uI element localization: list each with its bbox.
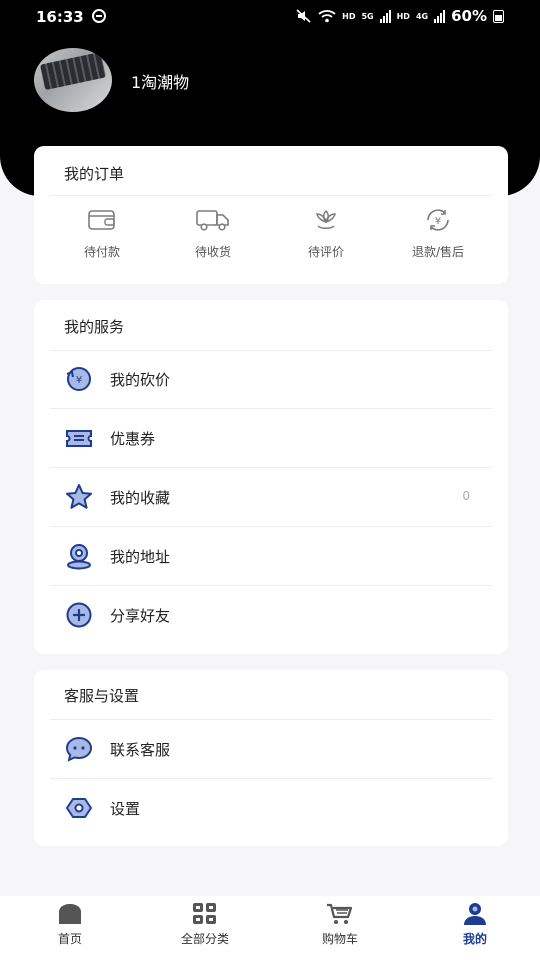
service-label: 优惠券 <box>110 430 156 448</box>
order-label: 待付款 <box>83 245 120 259</box>
service-label: 分享好友 <box>110 607 171 625</box>
service-row-bargain[interactable]: ¥ 我的砍价 <box>48 350 494 408</box>
network-hd2-label: HD <box>396 11 410 21</box>
user-icon <box>464 903 486 925</box>
coupon-icon <box>66 430 92 447</box>
tab-mine[interactable]: 我的 <box>430 902 520 952</box>
support-label: 联系客服 <box>110 741 171 759</box>
order-label: 待评价 <box>307 245 344 259</box>
grid-icon <box>193 903 216 924</box>
network-4g-label: 4G <box>415 11 429 21</box>
cart-icon <box>327 903 353 924</box>
bargain-icon: ¥ <box>66 367 91 391</box>
network-hd-label: HD <box>342 11 356 21</box>
tab-label: 首页 <box>57 932 82 946</box>
support-row-contact[interactable]: 联系客服 <box>48 720 494 778</box>
avatar[interactable] <box>34 48 112 112</box>
wallet-icon <box>88 210 115 230</box>
service-label: 我的收藏 <box>110 489 171 507</box>
service-row-favorites[interactable]: 我的收藏 0 <box>48 468 494 526</box>
services-title: 我的服务 <box>64 318 125 336</box>
battery-icon <box>493 9 504 23</box>
orders-card: 我的订单 待付款 待收货 待评价 ¥ 退款/售后 <box>34 146 508 284</box>
refund-icon: ¥ <box>427 209 449 231</box>
location-icon <box>67 544 91 570</box>
svg-text:¥: ¥ <box>435 216 441 227</box>
support-title: 客服与设置 <box>64 687 140 705</box>
chat-icon <box>65 736 93 762</box>
tab-label: 全部分类 <box>180 932 229 946</box>
status-right: HD 5G HD 4G 60% <box>296 7 504 25</box>
bottom-tab-bar: 首页 全部分类 购物车 我的 <box>0 896 540 960</box>
service-label: 我的砍价 <box>110 371 171 389</box>
svg-text:¥: ¥ <box>76 375 82 386</box>
service-row-address[interactable]: 我的地址 <box>48 527 494 585</box>
username: 1淘潮物 <box>131 73 190 92</box>
order-label: 退款/售后 <box>411 245 465 259</box>
dnd-icon <box>92 9 106 23</box>
status-bar: 16:33 HD 5G HD 4G 60% <box>0 0 540 34</box>
orders-title: 我的订单 <box>64 165 125 183</box>
order-refund[interactable]: ¥ 退款/售后 <box>388 208 488 268</box>
support-row-settings[interactable]: 设置 <box>48 779 494 837</box>
signal2-icon <box>434 9 446 23</box>
tab-label: 我的 <box>462 932 487 946</box>
support-label: 设置 <box>110 800 141 818</box>
share-plus-icon <box>66 602 92 628</box>
divider <box>50 195 492 196</box>
service-label: 我的地址 <box>110 548 171 566</box>
status-time: 16:33 <box>36 8 84 26</box>
battery-percent: 60% <box>451 7 487 25</box>
tab-cart[interactable]: 购物车 <box>295 902 385 952</box>
truck-icon <box>196 210 229 231</box>
home-icon <box>59 904 81 924</box>
star-icon <box>66 484 92 509</box>
order-label: 待收货 <box>194 245 231 259</box>
order-pending-receipt[interactable]: 待收货 <box>163 208 263 268</box>
service-row-coupon[interactable]: 优惠券 <box>48 409 494 467</box>
flower-icon <box>316 209 336 229</box>
network-5g-label: 5G <box>361 11 374 21</box>
tab-home[interactable]: 首页 <box>25 902 115 952</box>
mute-icon <box>296 9 311 23</box>
favorites-count: 0 <box>462 489 470 503</box>
settings-icon <box>66 798 92 818</box>
services-card: 我的服务 ¥ 我的砍价 优惠券 我的收藏 0 我的地址 分享好友 <box>34 300 508 654</box>
wifi-icon <box>318 10 336 23</box>
order-pending-review[interactable]: 待评价 <box>276 208 376 268</box>
service-row-share[interactable]: 分享好友 <box>48 586 494 644</box>
tab-categories[interactable]: 全部分类 <box>160 902 250 952</box>
order-pending-payment[interactable]: 待付款 <box>52 208 152 268</box>
tab-label: 购物车 <box>321 932 358 946</box>
support-card: 客服与设置 联系客服 设置 <box>34 670 508 846</box>
signal-icon <box>379 9 391 23</box>
